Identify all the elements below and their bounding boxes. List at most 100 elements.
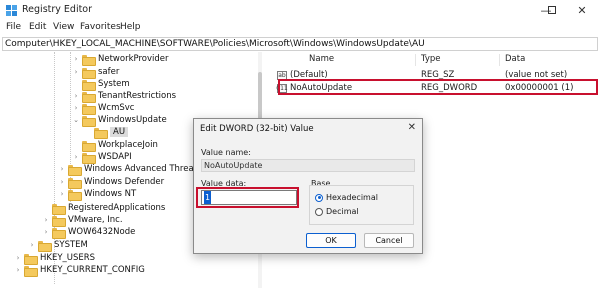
menu-edit[interactable]: Edit: [29, 22, 46, 32]
maximize-icon: [548, 6, 556, 14]
folder-icon: [82, 115, 96, 127]
menu-view[interactable]: View: [53, 22, 74, 32]
folder-icon: [24, 265, 38, 277]
expander-placeholder: [42, 202, 50, 214]
tree-item[interactable]: › WSDAPI: [72, 151, 132, 164]
chevron-right-icon[interactable]: ›: [72, 66, 80, 78]
dialog-title: Edit DWORD (32-bit) Value: [200, 124, 314, 134]
column-separator[interactable]: [415, 54, 416, 66]
hexadecimal-radio[interactable]: Hexadecimal: [315, 193, 378, 202]
cancel-button[interactable]: Cancel: [364, 233, 414, 248]
tree-item-label: AU: [110, 127, 129, 137]
folder-icon: [82, 67, 96, 79]
expander-placeholder: [72, 139, 80, 151]
tree-item-label: HKEY_USERS: [40, 253, 96, 263]
folder-icon: [68, 164, 82, 176]
chevron-right-icon[interactable]: ›: [58, 163, 66, 175]
folder-icon: [68, 177, 82, 189]
title-bar: Registry Editor — ✕: [0, 0, 600, 20]
close-button[interactable]: ✕: [564, 0, 600, 20]
folder-icon: [82, 152, 96, 164]
menu-file[interactable]: File: [6, 22, 21, 32]
radio-selected-icon: [315, 193, 323, 202]
tree-item[interactable]: ⌄ WindowsUpdate: [72, 114, 167, 127]
chevron-right-icon[interactable]: ›: [58, 176, 66, 188]
chevron-right-icon[interactable]: ›: [72, 102, 80, 114]
chevron-right-icon[interactable]: ›: [14, 252, 22, 264]
chevron-right-icon[interactable]: ›: [58, 188, 66, 200]
chevron-right-icon[interactable]: ›: [42, 226, 50, 238]
tree-item-label: safer: [98, 67, 120, 77]
value-name-label: Value name:: [201, 148, 251, 157]
tree-item-label: NetworkProvider: [98, 54, 169, 64]
window-title: Registry Editor: [22, 4, 93, 15]
tree-item[interactable]: › WcmSvc: [72, 102, 135, 115]
tree-item-label: Windows Defender: [84, 177, 165, 187]
folder-icon: [52, 227, 66, 239]
tree-item[interactable]: › Windows NT: [58, 188, 137, 201]
menu-help[interactable]: Help: [120, 22, 141, 32]
tree-item[interactable]: › NetworkProvider: [72, 53, 169, 66]
tree-item-label: Windows Advanced Threat Pr: [84, 164, 209, 174]
tree-item-selected[interactable]: AU: [84, 126, 129, 139]
folder-icon: [82, 140, 96, 152]
tree-item[interactable]: › TenantRestrictions: [72, 90, 177, 103]
tree-item[interactable]: RegisteredApplications: [42, 202, 166, 215]
tree-item[interactable]: › VMware, Inc.: [42, 214, 123, 227]
column-separator[interactable]: [499, 54, 500, 66]
decimal-label: Decimal: [326, 207, 359, 216]
tree-item-label: HKEY_CURRENT_CONFIG: [40, 265, 145, 275]
column-header-type[interactable]: Type: [421, 54, 441, 66]
tree-item-label: SYSTEM: [54, 240, 88, 250]
tree-item-label: System: [98, 79, 130, 89]
tree-item-label: Windows NT: [84, 189, 137, 199]
tree-item[interactable]: › Windows Advanced Threat Pr: [58, 163, 209, 176]
dialog-close-button[interactable]: ✕: [408, 122, 416, 133]
value-name-field: NoAutoUpdate: [201, 159, 415, 172]
expander-placeholder: [72, 78, 80, 90]
tree-item[interactable]: › HKEY_CURRENT_CONFIG: [14, 264, 145, 277]
column-header-data[interactable]: Data: [505, 54, 525, 66]
folder-icon: [52, 215, 66, 227]
folder-icon: [38, 240, 52, 252]
tree-item[interactable]: › Windows Defender: [58, 176, 165, 189]
folder-icon: [24, 253, 38, 265]
folder-icon: [82, 103, 96, 115]
tree-item[interactable]: › safer: [72, 66, 120, 79]
column-header-name[interactable]: Name: [309, 54, 334, 66]
tree-item-label: WOW6432Node: [68, 227, 136, 237]
edit-dword-dialog: Edit DWORD (32-bit) Value ✕ Value name: …: [193, 118, 423, 254]
registry-editor-icon: [6, 5, 17, 16]
tree-item[interactable]: WorkplaceJoin: [72, 139, 158, 152]
folder-icon: [82, 54, 96, 66]
tree-item-label: WcmSvc: [98, 103, 135, 113]
base-group: [309, 185, 414, 225]
radio-unselected-icon: [315, 207, 323, 216]
chevron-right-icon[interactable]: ›: [28, 239, 36, 251]
tree-item-label: TenantRestrictions: [98, 91, 177, 101]
chevron-right-icon[interactable]: ›: [42, 214, 50, 226]
tree-item-label: WSDAPI: [98, 152, 132, 162]
tree-item[interactable]: System: [72, 78, 130, 91]
folder-icon: [68, 189, 82, 201]
decimal-radio[interactable]: Decimal: [315, 207, 359, 216]
address-bar[interactable]: Computer\HKEY_LOCAL_MACHINE\SOFTWARE\Pol…: [2, 37, 598, 51]
chevron-right-icon[interactable]: ›: [72, 90, 80, 102]
menu-favorites[interactable]: Favorites: [80, 22, 121, 32]
value-data-highlight: [196, 187, 299, 208]
folder-icon: [82, 91, 96, 103]
tree-item-label: WindowsUpdate: [98, 115, 167, 125]
tree-item-label: WorkplaceJoin: [98, 140, 158, 150]
chevron-right-icon[interactable]: ›: [72, 53, 80, 65]
folder-icon: [94, 127, 108, 139]
tree-item[interactable]: › HKEY_USERS: [14, 252, 96, 265]
chevron-right-icon[interactable]: ›: [14, 264, 22, 276]
menu-bar: File Edit View Favorites Help: [0, 20, 600, 36]
chevron-down-icon[interactable]: ⌄: [72, 114, 80, 126]
chevron-right-icon[interactable]: ›: [72, 151, 80, 163]
value-row-highlight: [278, 79, 598, 95]
tree-item-label: RegisteredApplications: [68, 203, 166, 213]
tree-item[interactable]: › WOW6432Node: [42, 226, 136, 239]
tree-item[interactable]: › SYSTEM: [28, 239, 88, 252]
ok-button[interactable]: OK: [306, 233, 356, 248]
